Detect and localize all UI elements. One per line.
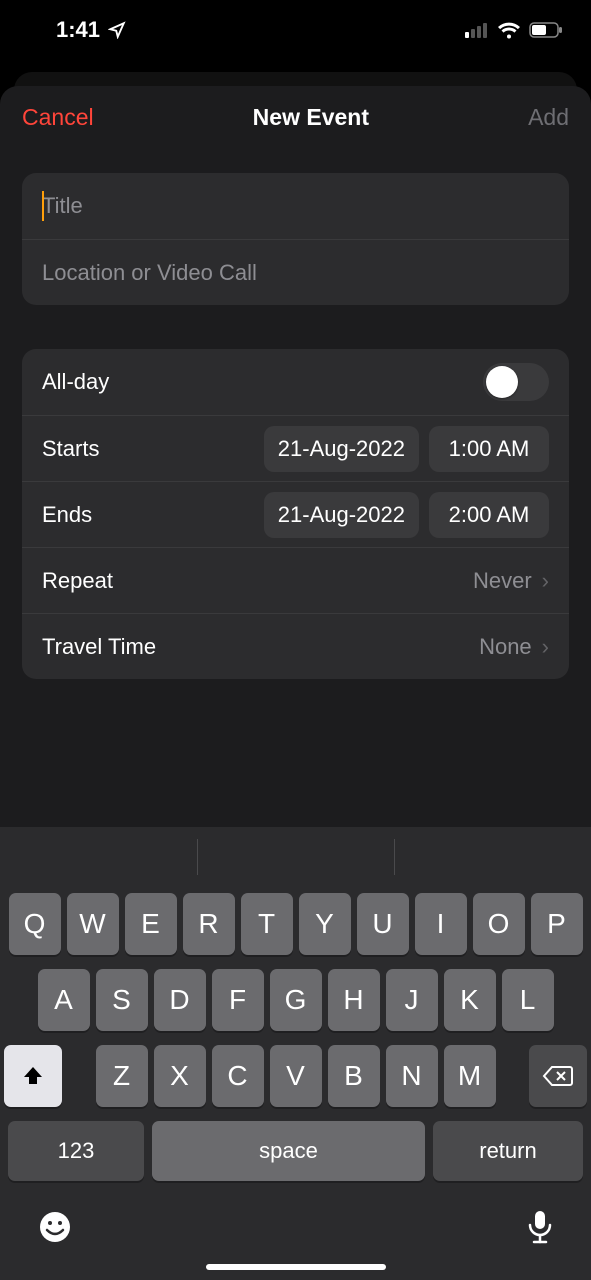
allday-label: All-day: [42, 369, 483, 395]
numbers-key[interactable]: 123: [8, 1121, 144, 1181]
home-indicator[interactable]: [206, 1264, 386, 1270]
starts-label: Starts: [42, 436, 264, 462]
title-input[interactable]: [42, 193, 549, 219]
status-time: 1:41: [56, 17, 100, 43]
key-p[interactable]: P: [531, 893, 583, 955]
cellular-icon: [465, 22, 489, 38]
ends-time-button[interactable]: 2:00 AM: [429, 492, 549, 538]
location-arrow-icon: [108, 21, 126, 39]
starts-date-button[interactable]: 21-Aug-2022: [264, 426, 419, 472]
microphone-icon: [527, 1209, 553, 1245]
key-e[interactable]: E: [125, 893, 177, 955]
key-x[interactable]: X: [154, 1045, 206, 1107]
wifi-icon: [497, 21, 521, 39]
nav-bar: Cancel New Event Add: [0, 86, 591, 145]
emoji-button[interactable]: [38, 1210, 72, 1249]
chevron-right-icon: ›: [542, 568, 549, 594]
key-w[interactable]: W: [67, 893, 119, 955]
dictation-button[interactable]: [527, 1209, 553, 1250]
repeat-value: Never: [473, 568, 532, 594]
keyboard-footer: [0, 1191, 591, 1258]
key-l[interactable]: L: [502, 969, 554, 1031]
key-r[interactable]: R: [183, 893, 235, 955]
key-b[interactable]: B: [328, 1045, 380, 1107]
key-i[interactable]: I: [415, 893, 467, 955]
starts-time-button[interactable]: 1:00 AM: [429, 426, 549, 472]
travel-time-value: None: [479, 634, 532, 660]
cancel-button[interactable]: Cancel: [22, 104, 94, 131]
location-input[interactable]: [42, 260, 549, 286]
travel-time-row[interactable]: Travel Time None ›: [22, 613, 569, 679]
backspace-key[interactable]: [529, 1045, 587, 1107]
suggestion-bar: [0, 827, 591, 887]
key-y[interactable]: Y: [299, 893, 351, 955]
key-t[interactable]: T: [241, 893, 293, 955]
key-u[interactable]: U: [357, 893, 409, 955]
key-c[interactable]: C: [212, 1045, 264, 1107]
status-bar: 1:41: [0, 0, 591, 60]
suggestion-slot[interactable]: [394, 827, 591, 887]
key-o[interactable]: O: [473, 893, 525, 955]
space-key[interactable]: space: [152, 1121, 425, 1181]
battery-icon: [529, 22, 563, 38]
backspace-icon: [542, 1064, 574, 1088]
location-row[interactable]: [22, 239, 569, 305]
page-title: New Event: [253, 104, 369, 131]
key-n[interactable]: N: [386, 1045, 438, 1107]
ends-row: Ends 21-Aug-2022 2:00 AM: [22, 481, 569, 547]
key-s[interactable]: S: [96, 969, 148, 1031]
emoji-icon: [38, 1210, 72, 1244]
keyboard: QWERTYUIOP ASDFGHJKL ZXCVBNM 123 space r…: [0, 887, 591, 1191]
key-g[interactable]: G: [270, 969, 322, 1031]
time-group: All-day Starts 21-Aug-2022 1:00 AM Ends …: [22, 349, 569, 679]
repeat-label: Repeat: [42, 568, 473, 594]
shift-key[interactable]: [4, 1045, 62, 1107]
new-event-sheet: Cancel New Event Add All-day Starts 21-A…: [0, 86, 591, 1280]
key-v[interactable]: V: [270, 1045, 322, 1107]
key-f[interactable]: F: [212, 969, 264, 1031]
key-d[interactable]: D: [154, 969, 206, 1031]
starts-row: Starts 21-Aug-2022 1:00 AM: [22, 415, 569, 481]
key-j[interactable]: J: [386, 969, 438, 1031]
key-a[interactable]: A: [38, 969, 90, 1031]
key-k[interactable]: K: [444, 969, 496, 1031]
title-row[interactable]: [22, 173, 569, 239]
keyboard-area: QWERTYUIOP ASDFGHJKL ZXCVBNM 123 space r…: [0, 827, 591, 1280]
key-m[interactable]: M: [444, 1045, 496, 1107]
key-h[interactable]: H: [328, 969, 380, 1031]
allday-toggle[interactable]: [483, 363, 549, 401]
allday-row: All-day: [22, 349, 569, 415]
key-q[interactable]: Q: [9, 893, 61, 955]
text-cursor: [42, 191, 44, 221]
ends-label: Ends: [42, 502, 264, 528]
key-z[interactable]: Z: [96, 1045, 148, 1107]
travel-time-label: Travel Time: [42, 634, 479, 660]
repeat-row[interactable]: Repeat Never ›: [22, 547, 569, 613]
title-location-group: [22, 173, 569, 305]
suggestion-slot[interactable]: [0, 827, 197, 887]
add-button[interactable]: Add: [528, 104, 569, 131]
chevron-right-icon: ›: [542, 634, 549, 660]
ends-date-button[interactable]: 21-Aug-2022: [264, 492, 419, 538]
suggestion-slot[interactable]: [197, 827, 394, 887]
return-key[interactable]: return: [433, 1121, 583, 1181]
shift-icon: [21, 1064, 45, 1088]
